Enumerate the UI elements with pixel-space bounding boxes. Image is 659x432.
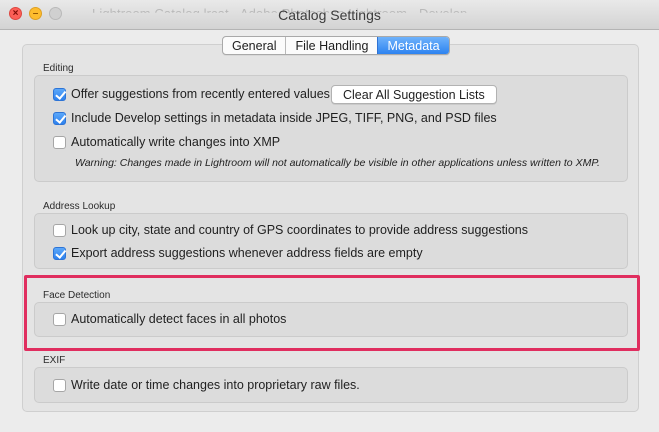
window-titlebar: × – Lightroom Catalog.lrcat - Adobe Phot… xyxy=(0,0,659,30)
include-develop-checkbox[interactable] xyxy=(53,111,66,125)
include-develop-option[interactable]: Include Develop settings in metadata ins… xyxy=(53,111,497,125)
tab-file-handling[interactable]: File Handling xyxy=(285,37,377,54)
lookup-gps-option[interactable]: Look up city, state and country of GPS c… xyxy=(53,223,528,237)
window-title: Catalog Settings xyxy=(278,7,381,23)
export-suggestions-option[interactable]: Export address suggestions whenever addr… xyxy=(53,246,423,260)
auto-write-xmp-checkbox[interactable] xyxy=(53,135,66,149)
offer-suggestions-label: Offer suggestions from recently entered … xyxy=(71,87,330,101)
exif-heading: EXIF xyxy=(43,355,66,366)
editing-heading: Editing xyxy=(43,63,74,74)
write-date-time-label: Write date or time changes into propriet… xyxy=(71,378,360,392)
write-date-time-checkbox[interactable] xyxy=(53,378,66,392)
export-suggestions-label: Export address suggestions whenever addr… xyxy=(71,246,423,260)
lookup-gps-label: Look up city, state and country of GPS c… xyxy=(71,223,528,237)
auto-write-xmp-label: Automatically write changes into XMP xyxy=(71,135,281,149)
address-lookup-heading: Address Lookup xyxy=(43,201,116,212)
tab-metadata[interactable]: Metadata xyxy=(377,37,449,54)
face-detection-highlight-box xyxy=(24,275,640,351)
tab-general[interactable]: General xyxy=(223,37,285,54)
tab-bar: General File Handling Metadata xyxy=(222,36,450,55)
offer-suggestions-option[interactable]: Offer suggestions from recently entered … xyxy=(53,87,330,101)
include-develop-label: Include Develop settings in metadata ins… xyxy=(71,111,497,125)
write-date-time-option[interactable]: Write date or time changes into propriet… xyxy=(53,378,360,392)
offer-suggestions-checkbox[interactable] xyxy=(53,87,66,101)
clear-suggestion-lists-button[interactable]: Clear All Suggestion Lists xyxy=(331,85,497,104)
export-suggestions-checkbox[interactable] xyxy=(53,246,66,260)
address-lookup-group xyxy=(34,213,628,269)
auto-write-xmp-option[interactable]: Automatically write changes into XMP xyxy=(53,135,280,149)
lookup-gps-checkbox[interactable] xyxy=(53,223,66,237)
xmp-warning-text: Warning: Changes made in Lightroom will … xyxy=(75,157,600,169)
